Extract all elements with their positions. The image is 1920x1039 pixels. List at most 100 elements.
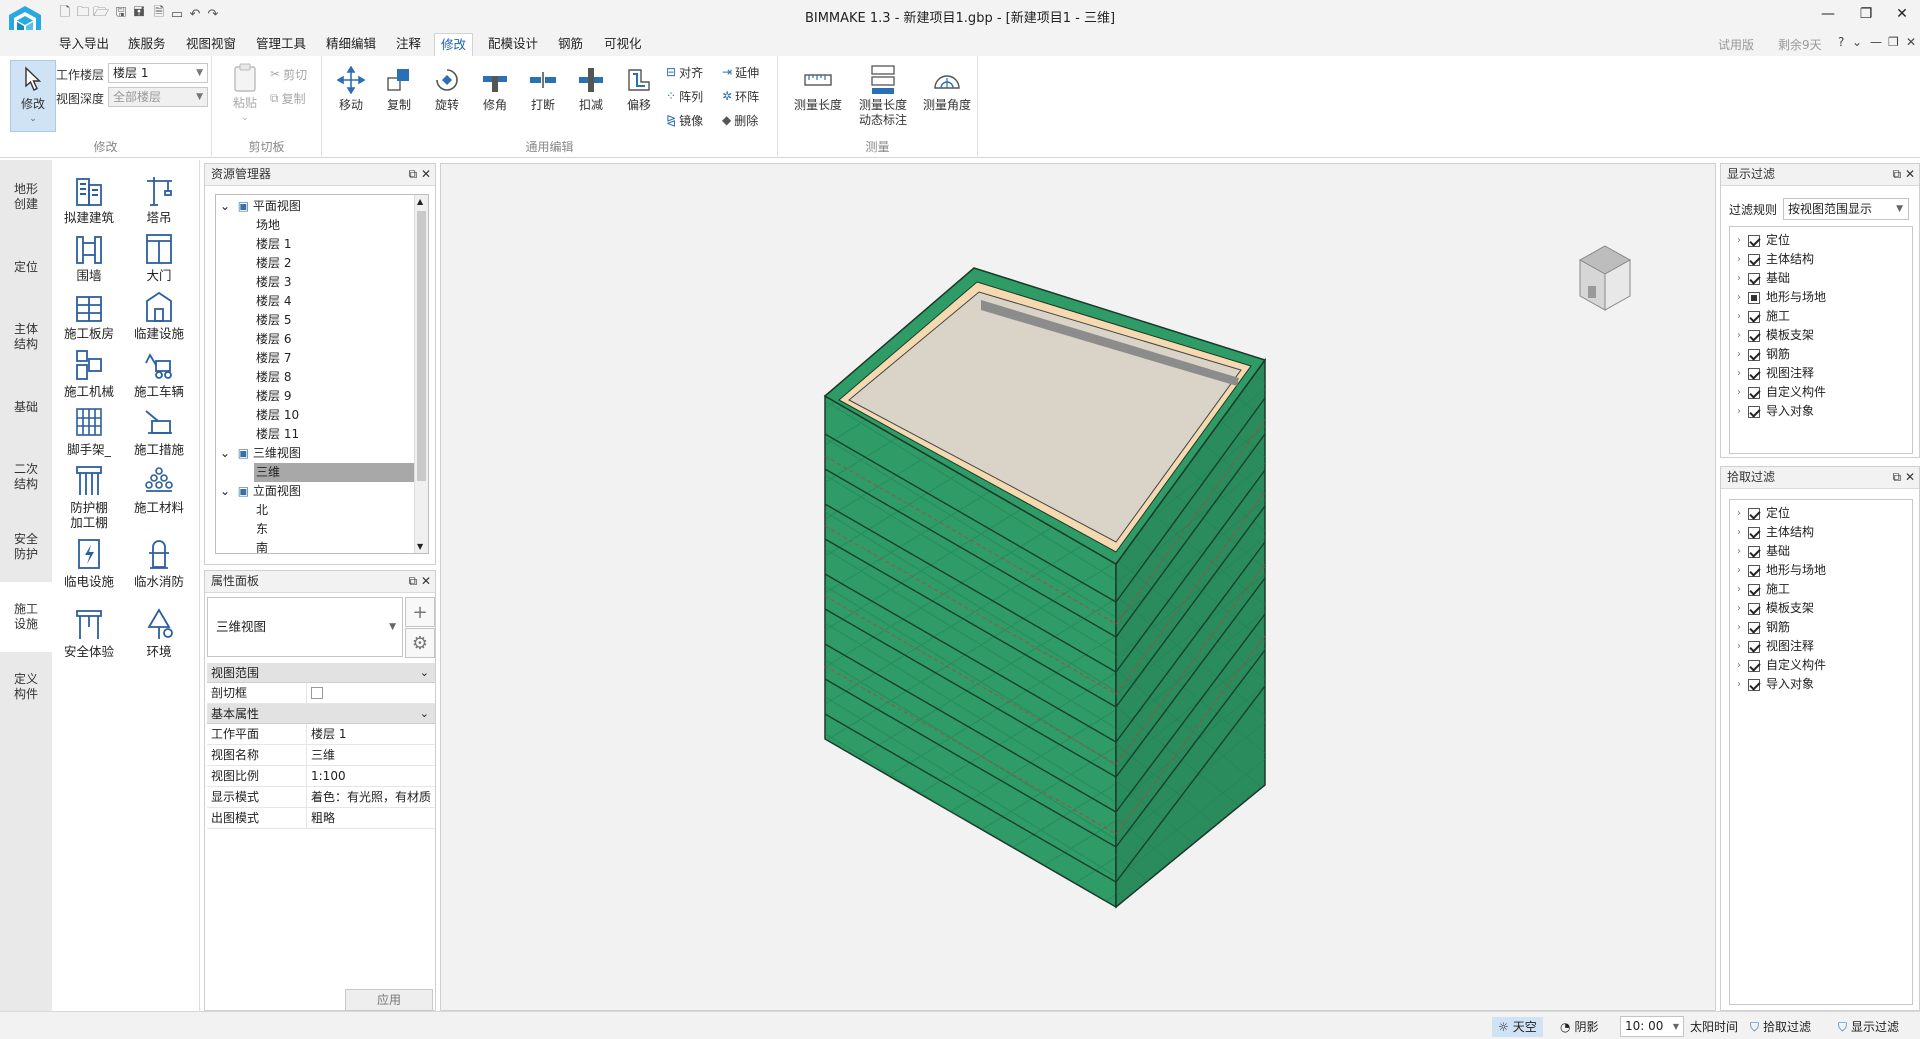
- expand-icon[interactable]: ›: [1730, 250, 1748, 269]
- pick-filter-item[interactable]: › 主体结构: [1730, 523, 1814, 542]
- display-filter-item[interactable]: › 导入对象: [1730, 402, 1814, 421]
- tree-scrollbar[interactable]: ▲ ▼: [414, 195, 428, 553]
- expand-icon[interactable]: ›: [1730, 364, 1748, 383]
- modify-button[interactable]: 修改 ⌄: [10, 60, 56, 132]
- measure-angle-button[interactable]: 测量角度: [918, 62, 976, 132]
- align-button[interactable]: ⊟ 对齐: [666, 62, 703, 82]
- expand-icon[interactable]: ›: [1730, 269, 1748, 288]
- trial-label[interactable]: 试用版: [1718, 36, 1754, 53]
- add-type-icon[interactable]: +: [405, 597, 435, 627]
- pick-filter-item[interactable]: › 定位: [1730, 504, 1790, 523]
- pick-filter-checkbox[interactable]: [1748, 507, 1760, 520]
- expand-icon[interactable]: ›: [1730, 402, 1748, 421]
- view-cube-icon[interactable]: [1560, 238, 1650, 328]
- display-filter-item[interactable]: › 钢筋: [1730, 345, 1790, 364]
- pick-filter-checkbox[interactable]: [1748, 564, 1760, 577]
- sky-toggle[interactable]: ☼ 天空: [1492, 1017, 1543, 1037]
- building-model[interactable]: [441, 164, 1717, 1012]
- pick-filter-checkbox[interactable]: [1748, 583, 1760, 596]
- open-folder-icon[interactable]: 🗁: [92, 5, 110, 23]
- expand-icon[interactable]: ›: [1730, 618, 1748, 637]
- expand-icon[interactable]: ›: [1730, 523, 1748, 542]
- work-floor-select[interactable]: 楼层 1 ▼: [108, 63, 208, 83]
- pick-filter-checkbox[interactable]: [1748, 659, 1760, 672]
- deduct-button[interactable]: 扣减: [568, 62, 614, 132]
- tree-node-elevation-views[interactable]: ⌄ ▣ 立面视图: [220, 482, 301, 501]
- display-filter-checkbox[interactable]: [1748, 310, 1760, 323]
- pick-filter-checkbox[interactable]: [1748, 602, 1760, 615]
- tree-item-east[interactable]: 东: [256, 520, 268, 539]
- new-file-icon[interactable]: 🗋: [56, 5, 74, 23]
- crop-box-checkbox[interactable]: [311, 687, 323, 699]
- tab-modify[interactable]: 修改: [434, 33, 474, 56]
- tab-safety[interactable]: 安全 防护: [0, 512, 52, 582]
- display-filter-item[interactable]: › 地形与场地: [1730, 288, 1826, 307]
- tab-rebar[interactable]: 钢筋: [552, 33, 589, 56]
- expand-icon[interactable]: ›: [1730, 542, 1748, 561]
- offset-button[interactable]: 偏移: [616, 62, 662, 132]
- display-filter-checkbox[interactable]: [1748, 291, 1760, 304]
- tree-item-north[interactable]: 北: [256, 501, 268, 520]
- expand-icon[interactable]: ›: [1730, 637, 1748, 656]
- close-icon[interactable]: ✕: [1905, 167, 1915, 181]
- move-button[interactable]: 移动: [328, 62, 374, 132]
- expand-icon[interactable]: ›: [1730, 326, 1748, 345]
- section-basic-properties[interactable]: 基本属性 ⌄: [207, 704, 435, 724]
- tree-item-floor-2[interactable]: 楼层 2: [256, 254, 291, 273]
- apply-button[interactable]: 应用: [345, 989, 433, 1011]
- break-button[interactable]: 打断: [520, 62, 566, 132]
- expand-icon[interactable]: ›: [1730, 383, 1748, 402]
- minimize-icon[interactable]: —: [1808, 2, 1848, 26]
- display-filter-checkbox[interactable]: [1748, 405, 1760, 418]
- scroll-up-icon[interactable]: ▲: [417, 197, 423, 206]
- display-filter-item[interactable]: › 施工: [1730, 307, 1790, 326]
- tab-view-window[interactable]: 视图视窗: [180, 33, 242, 56]
- tree-item-floor-3[interactable]: 楼层 3: [256, 273, 291, 292]
- copy-clipboard-button[interactable]: ⧉ 复制: [270, 88, 306, 108]
- tree-item-floor-5[interactable]: 楼层 5: [256, 311, 291, 330]
- float-icon[interactable]: ⧉: [1893, 167, 1902, 181]
- 3d-viewport[interactable]: [440, 163, 1716, 1011]
- display-filter-item[interactable]: › 视图注释: [1730, 364, 1814, 383]
- expand-icon[interactable]: ›: [1730, 345, 1748, 364]
- tree-item-floor-6[interactable]: 楼层 6: [256, 330, 291, 349]
- tab-visualization[interactable]: 可视化: [598, 33, 648, 56]
- tab-import-export[interactable]: 导入导出: [53, 33, 115, 56]
- float-icon[interactable]: ⧉: [409, 167, 418, 181]
- palette-site-office[interactable]: 施工板房: [54, 286, 124, 341]
- palette-environment[interactable]: 环境: [124, 604, 194, 659]
- open-file-icon[interactable]: 🗀: [74, 5, 92, 23]
- palette-electric[interactable]: 临电设施: [54, 534, 124, 589]
- pick-filter-item[interactable]: › 施工: [1730, 580, 1790, 599]
- array-button[interactable]: ⁘ 阵列: [666, 86, 703, 106]
- tab-construction-facilities[interactable]: 施工 设施: [0, 582, 52, 652]
- paste-button[interactable]: 粘贴 ⌄: [222, 60, 268, 130]
- tree-node-plan-views[interactable]: ⌄ ▣ 平面视图: [220, 197, 301, 216]
- palette-protective-shed[interactable]: 防护棚 加工棚: [54, 460, 124, 530]
- extend-button[interactable]: ⇥ 延伸: [722, 62, 759, 82]
- tree-item-floor-7[interactable]: 楼层 7: [256, 349, 291, 368]
- tab-foundation[interactable]: 基础: [0, 372, 52, 442]
- collapse-icon[interactable]: ⌄: [220, 446, 230, 460]
- tab-custom-component[interactable]: 定义 构件: [0, 652, 52, 722]
- trim-button[interactable]: 修角: [472, 62, 518, 132]
- pick-filter-checkbox[interactable]: [1748, 678, 1760, 691]
- filter-rule-select[interactable]: 按视图范围显示 ▼: [1783, 198, 1909, 220]
- close-icon[interactable]: ✕: [1905, 470, 1915, 484]
- tree-item-3d[interactable]: 三维: [254, 463, 414, 482]
- expand-icon[interactable]: ›: [1730, 307, 1748, 326]
- undo-icon[interactable]: ↶: [186, 5, 204, 23]
- view-depth-select[interactable]: 全部楼层 ▼: [108, 87, 208, 107]
- pick-filter-checkbox[interactable]: [1748, 640, 1760, 653]
- redo-icon[interactable]: ↷: [204, 5, 222, 23]
- tree-item-floor-9[interactable]: 楼层 9: [256, 387, 291, 406]
- scroll-down-icon[interactable]: ▼: [417, 542, 423, 551]
- palette-machinery[interactable]: 施工机械: [54, 344, 124, 399]
- tab-main-structure[interactable]: 主体 结构: [0, 302, 52, 372]
- rotate-button[interactable]: 旋转: [424, 62, 470, 132]
- tab-positioning[interactable]: 定位: [0, 232, 52, 302]
- display-filter-checkbox[interactable]: [1748, 386, 1760, 399]
- palette-proposed-building[interactable]: 拟建建筑: [54, 170, 124, 225]
- copy-button[interactable]: 复制: [376, 62, 422, 132]
- expand-icon[interactable]: ›: [1730, 504, 1748, 523]
